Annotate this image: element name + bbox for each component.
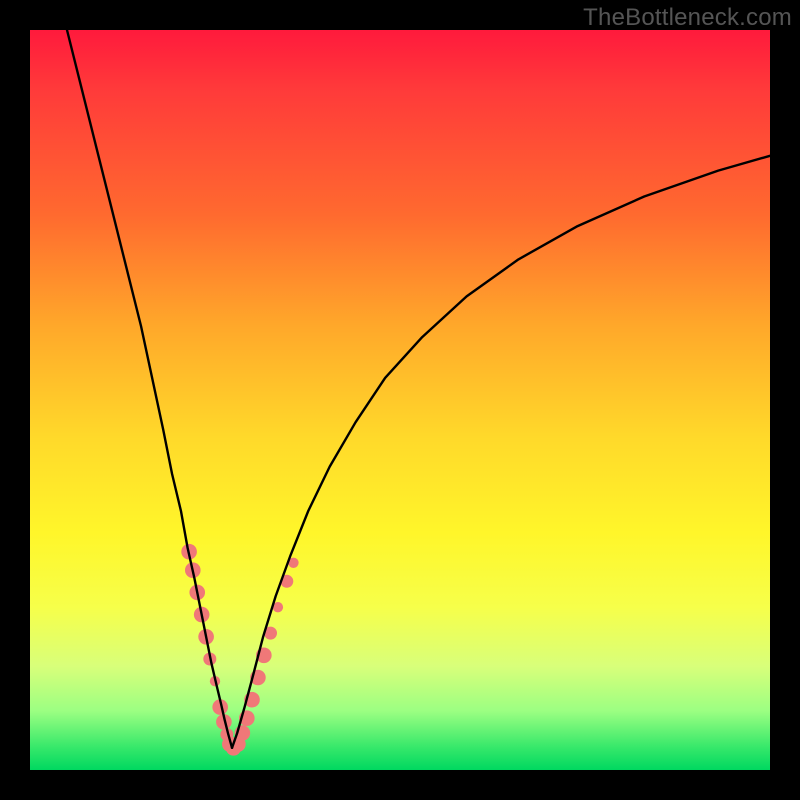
chart-svg (30, 30, 770, 770)
curve-left-branch (67, 30, 232, 748)
watermark-text: TheBottleneck.com (583, 4, 792, 32)
curve-right-branch (232, 156, 770, 748)
plot-area (30, 30, 770, 770)
chart-frame: TheBottleneck.com (0, 0, 800, 800)
